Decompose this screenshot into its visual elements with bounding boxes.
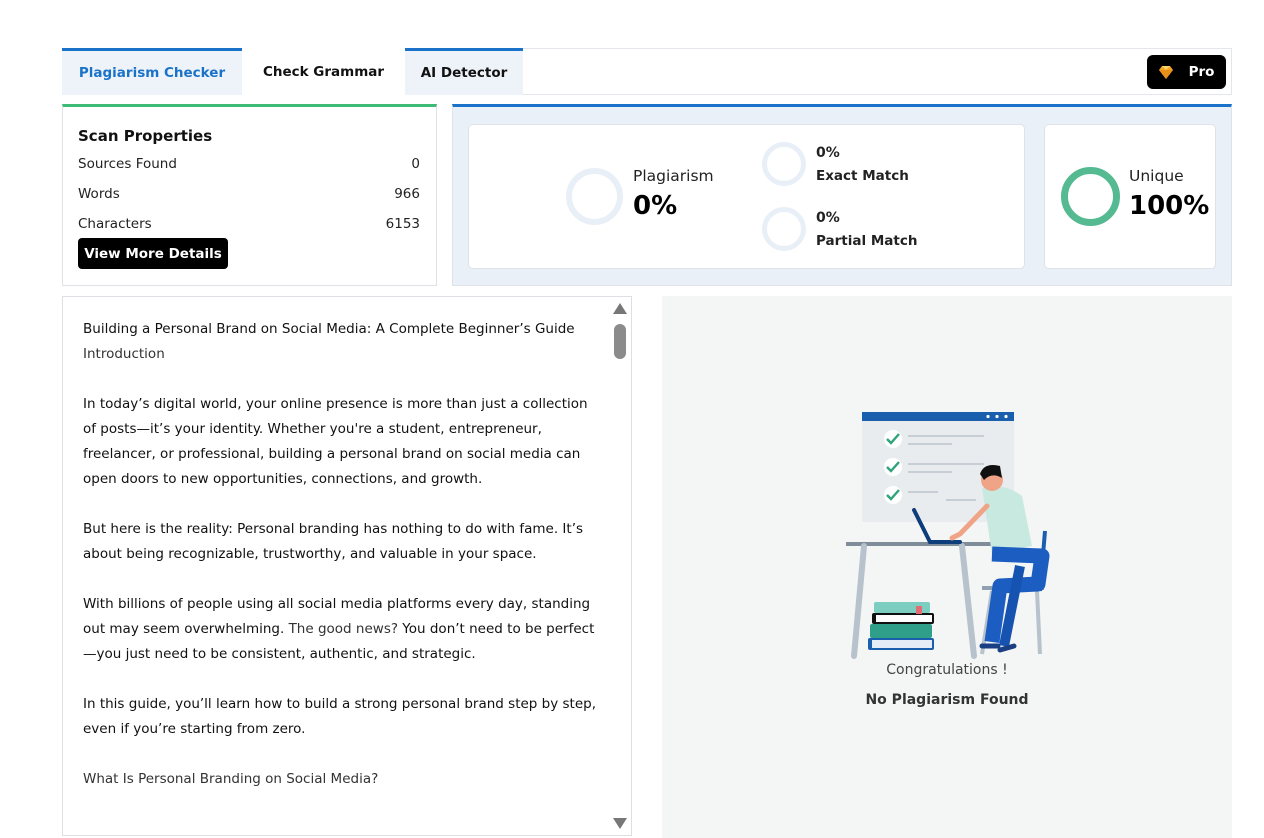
scan-properties-title: Scan Properties — [78, 127, 213, 145]
text-editor[interactable]: Building a Personal Brand on Social Medi… — [62, 296, 632, 836]
words-row: Words 966 — [78, 186, 420, 202]
plagiarism-value: 0% — [633, 191, 678, 221]
partial-match-ring — [762, 207, 806, 251]
plagiarism-ring — [566, 168, 623, 225]
words-value: 966 — [394, 186, 420, 202]
unique-card: Unique 100% — [1044, 124, 1216, 269]
tab-check-grammar[interactable]: Check Grammar — [242, 48, 405, 95]
exact-match-label: Exact Match — [816, 168, 909, 184]
scroll-up-arrow-icon[interactable] — [613, 303, 627, 314]
sources-found-label: Sources Found — [78, 156, 177, 172]
result-panel: Congratulations ! No Plagiarism Found — [662, 296, 1232, 838]
plagiarism-label: Plagiarism — [633, 167, 714, 185]
diamond-icon — [1158, 65, 1173, 79]
paragraph-2: But here is the reality: Personal brandi… — [83, 521, 584, 562]
partial-match-label: Partial Match — [816, 233, 918, 249]
paragraph-1: In today’s digital world, your online pr… — [83, 396, 588, 487]
stats-panel: Plagiarism 0% 0% Exact Match 0% Partial … — [452, 104, 1232, 286]
tab-ai-detector[interactable]: AI Detector — [405, 48, 523, 95]
sources-found-row: Sources Found 0 — [78, 156, 420, 172]
scan-properties-panel: Scan Properties Sources Found 0 Words 96… — [62, 104, 437, 286]
exact-match-value: 0% — [816, 145, 840, 161]
characters-row: Characters 6153 — [78, 216, 420, 232]
view-more-details-button[interactable]: View More Details — [78, 238, 228, 269]
scrollbar-thumb[interactable] — [614, 324, 626, 359]
partial-match-value: 0% — [816, 210, 840, 226]
person-at-laptop-illustration — [846, 412, 1050, 659]
words-label: Words — [78, 186, 120, 202]
paragraph-4: In this guide, you’ll learn how to build… — [83, 696, 596, 737]
tab-plagiarism-checker[interactable]: Plagiarism Checker — [62, 48, 242, 95]
characters-label: Characters — [78, 216, 152, 232]
unique-ring — [1061, 167, 1120, 226]
characters-value: 6153 — [385, 216, 420, 232]
paragraph-3-part-b: The good news? — [288, 621, 399, 637]
unique-value: 100% — [1129, 191, 1210, 221]
editor-content[interactable]: Building a Personal Brand on Social Medi… — [83, 317, 603, 817]
no-plagiarism-found-text: No Plagiarism Found — [865, 692, 1029, 708]
intro-heading: Introduction — [83, 346, 165, 362]
scroll-down-arrow-icon[interactable] — [613, 818, 627, 829]
pro-button[interactable]: Pro — [1147, 55, 1226, 89]
sources-found-value: 0 — [411, 156, 420, 172]
congratulations-text: Congratulations ! — [886, 662, 1008, 678]
exact-match-ring — [762, 142, 806, 186]
paragraph-3: With billions of people using all social… — [83, 592, 603, 667]
section-heading: What Is Personal Branding on Social Medi… — [83, 771, 379, 787]
unique-label: Unique — [1129, 167, 1184, 185]
pro-label: Pro — [1188, 64, 1215, 80]
plagiarism-card: Plagiarism 0% 0% Exact Match 0% Partial … — [468, 124, 1025, 269]
document-title: Building a Personal Brand on Social Medi… — [83, 321, 575, 337]
tab-bar: Plagiarism Checker Check Grammar AI Dete… — [62, 48, 1232, 95]
